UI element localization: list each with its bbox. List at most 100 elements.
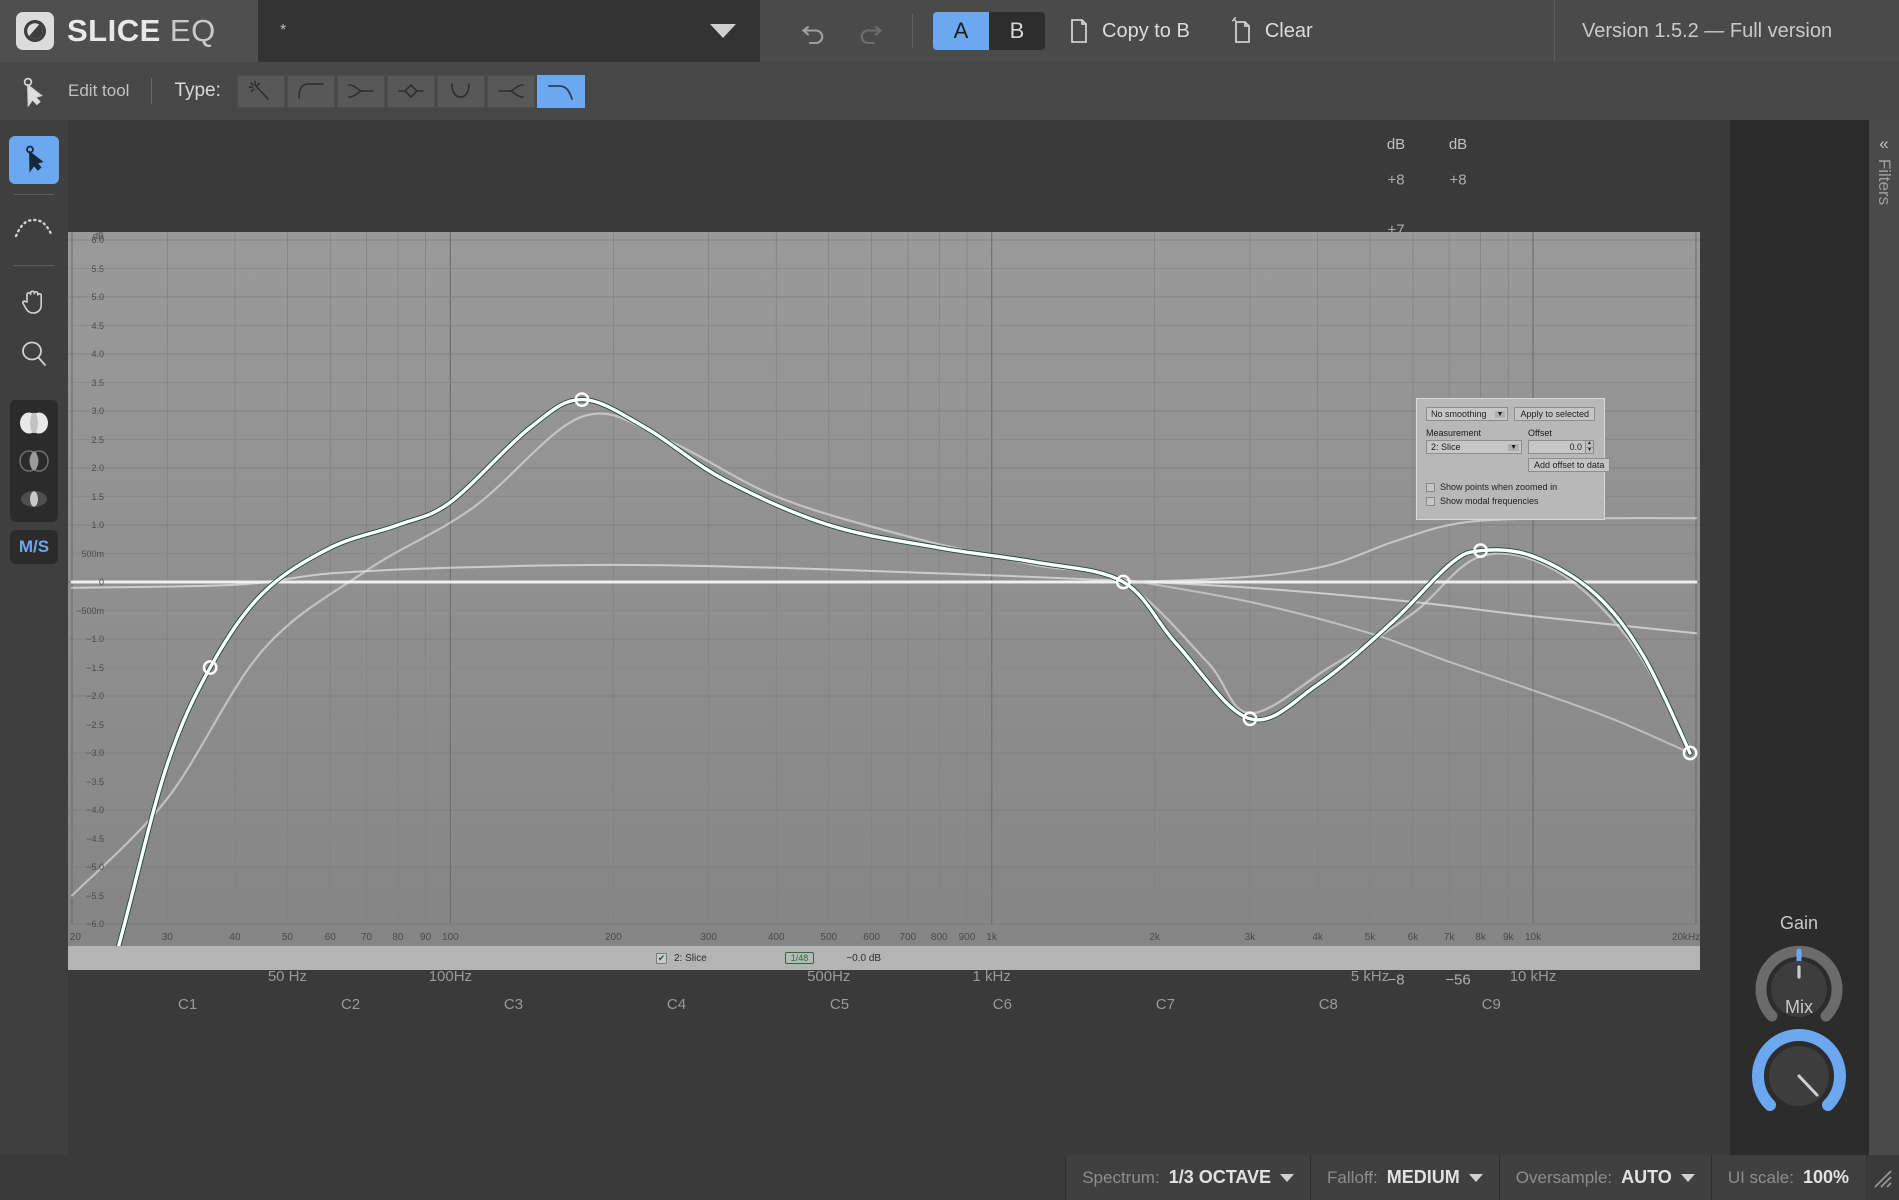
undo-button[interactable] — [786, 0, 842, 62]
oversample-setting[interactable]: Oversample: AUTO — [1499, 1155, 1711, 1200]
spectrum-setting[interactable]: Spectrum: 1/3 OCTAVE — [1065, 1155, 1310, 1200]
measurement-settings-panel[interactable]: No smoothing ▼ Apply to selected Measure… — [1416, 398, 1605, 520]
chevron-double-left-icon[interactable]: « — [1879, 134, 1888, 154]
falloff-setting[interactable]: Falloff: MEDIUM — [1310, 1155, 1499, 1200]
plot-freq-tick: 60 — [325, 932, 336, 943]
frequency-note-axis: 50 Hz100Hz500Hz1 kHz5 kHz10 kHzC1C2C3C4C… — [68, 958, 1700, 1018]
eq-plot[interactable]: 6.05.55.04.54.03.53.02.52.01.51.0500m0−5… — [68, 232, 1700, 946]
plot-freq-tick: 7k — [1444, 932, 1455, 943]
preset-selector[interactable]: * — [258, 0, 760, 62]
ui-scale-label: UI scale: — [1728, 1168, 1794, 1188]
mid-side-button[interactable]: M/S — [10, 530, 58, 564]
edit-tool-label: Edit tool — [68, 81, 129, 101]
eq-graph-area: dB +8+7+6+5+4+3+2+1+0−1−2−3−4−5−6−7−8 dB… — [68, 120, 1730, 1155]
mix-knob[interactable] — [1749, 1026, 1849, 1126]
filter-type-high-shelf[interactable] — [337, 75, 385, 108]
version-label: Version 1.5.2 — Full version — [1554, 0, 1899, 62]
db-outer-tick: +8 — [1449, 172, 1466, 189]
output-panel: Gain Mix — [1730, 120, 1868, 1155]
show-points-checkbox[interactable]: Show points when zoomed in — [1426, 482, 1595, 492]
sidebar-divider-2 — [14, 265, 54, 266]
note-tick: C6 — [993, 996, 1012, 1013]
app-title-suffix: EQ — [170, 13, 216, 48]
filter-type-notch[interactable] — [437, 75, 485, 108]
note-tick: C9 — [1482, 996, 1501, 1013]
smoothing-value: No smoothing — [1431, 409, 1487, 419]
toolbar-divider — [912, 14, 913, 48]
eq-plot-canvas[interactable] — [68, 232, 1700, 946]
hand-icon — [20, 285, 48, 320]
stereo-left-icon — [17, 449, 51, 473]
filters-rail: « Filters — [1868, 120, 1899, 1155]
measurement-select[interactable]: 2: Slice ▼ — [1426, 440, 1522, 454]
offset-stepper[interactable]: ▲ ▼ — [1586, 440, 1594, 454]
copy-icon — [1067, 17, 1091, 45]
smoothing-select[interactable]: No smoothing ▼ — [1426, 407, 1508, 421]
ab-button-a[interactable]: A — [933, 12, 989, 50]
db-axis-inner-title: dB — [1387, 136, 1405, 153]
show-modal-label: Show modal frequencies — [1440, 496, 1539, 506]
tool-sidebar: M/S — [0, 120, 68, 1155]
sidebar-item-pan-tool[interactable] — [9, 278, 59, 326]
mix-control: Mix — [1730, 997, 1868, 1131]
plot-freq-tick: 3k — [1245, 932, 1256, 943]
ui-scale-setting[interactable]: UI scale: 100% — [1711, 1155, 1865, 1200]
plot-freq-tick: 600 — [863, 932, 880, 943]
note-tick: C8 — [1319, 996, 1338, 1013]
plot-freq-tick: 40 — [229, 932, 240, 943]
slice-eq-window: SLICE EQ * A B — [0, 0, 1899, 1200]
sidebar-item-select-tool[interactable] — [9, 136, 59, 184]
top-toolbar-actions: A B Copy to B — [760, 0, 1554, 62]
plot-freq-tick: 30 — [162, 932, 173, 943]
plot-freq-tick: 70 — [361, 932, 372, 943]
stereo-mode-link[interactable] — [12, 405, 56, 441]
copy-to-b-label: Copy to B — [1102, 20, 1190, 43]
edit-tool-icon[interactable] — [0, 74, 68, 108]
redo-button[interactable] — [842, 0, 898, 62]
sidebar-item-draw-tool[interactable] — [9, 207, 59, 255]
ab-button-b[interactable]: B — [989, 12, 1045, 50]
measurement-field-label: Measurement — [1426, 428, 1522, 438]
ui-scale-value: 100% — [1803, 1167, 1849, 1188]
oversample-value: AUTO — [1621, 1167, 1672, 1188]
filter-type-low-shelf[interactable] — [287, 75, 335, 108]
filter-type-band[interactable] — [487, 75, 535, 108]
spectrum-value: 1/3 OCTAVE — [1169, 1167, 1271, 1188]
plot-freq-tick: 8k — [1475, 932, 1486, 943]
chevron-down-icon — [1469, 1174, 1483, 1182]
plot-freq-tick: 5k — [1365, 932, 1376, 943]
offset-input[interactable]: 0.0 — [1528, 440, 1586, 454]
gain-label: Gain — [1730, 913, 1868, 934]
type-label: Type: — [174, 80, 220, 102]
filters-rail-label[interactable]: Filters — [1874, 159, 1894, 205]
sidebar-divider-1 — [14, 194, 54, 195]
app-title: SLICE EQ — [67, 13, 216, 49]
stereo-mode-left[interactable] — [12, 443, 56, 479]
add-offset-to-data-button[interactable]: Add offset to data — [1528, 458, 1610, 472]
falloff-label: Falloff: — [1327, 1168, 1378, 1188]
resize-grip-icon[interactable] — [1865, 1155, 1899, 1200]
outer-freq-tick: 500Hz — [807, 968, 850, 985]
plot-freq-tick: 1k — [986, 932, 997, 943]
db-axis-outer-title: dB — [1449, 136, 1467, 153]
outer-freq-tick: 50 Hz — [268, 968, 307, 985]
plot-freq-tick: 9k — [1503, 932, 1514, 943]
filter-type-high-cut[interactable] — [537, 75, 585, 108]
db-inner-tick: +8 — [1387, 172, 1404, 189]
chevron-down-icon: ▼ — [1508, 444, 1519, 451]
plot-freq-tick: 90 — [420, 932, 431, 943]
copy-to-b-button[interactable]: Copy to B — [1045, 0, 1208, 62]
stereo-both-icon — [17, 411, 51, 435]
plot-freq-tick: 400 — [768, 932, 785, 943]
apply-to-selected-button[interactable]: Apply to selected — [1514, 407, 1595, 421]
filter-type-magic-wand[interactable] — [237, 75, 285, 108]
clear-button[interactable]: Clear — [1208, 0, 1331, 62]
outer-freq-tick: 5 kHz — [1351, 968, 1389, 985]
filter-type-bell[interactable] — [387, 75, 435, 108]
note-tick: C7 — [1156, 996, 1175, 1013]
sidebar-item-zoom-tool[interactable] — [9, 332, 59, 380]
show-modal-frequencies-checkbox[interactable]: Show modal frequencies — [1426, 496, 1595, 506]
toolbar2-divider — [151, 78, 152, 104]
stereo-mode-right[interactable] — [12, 481, 56, 517]
chevron-down-icon: ▼ — [1495, 411, 1506, 418]
